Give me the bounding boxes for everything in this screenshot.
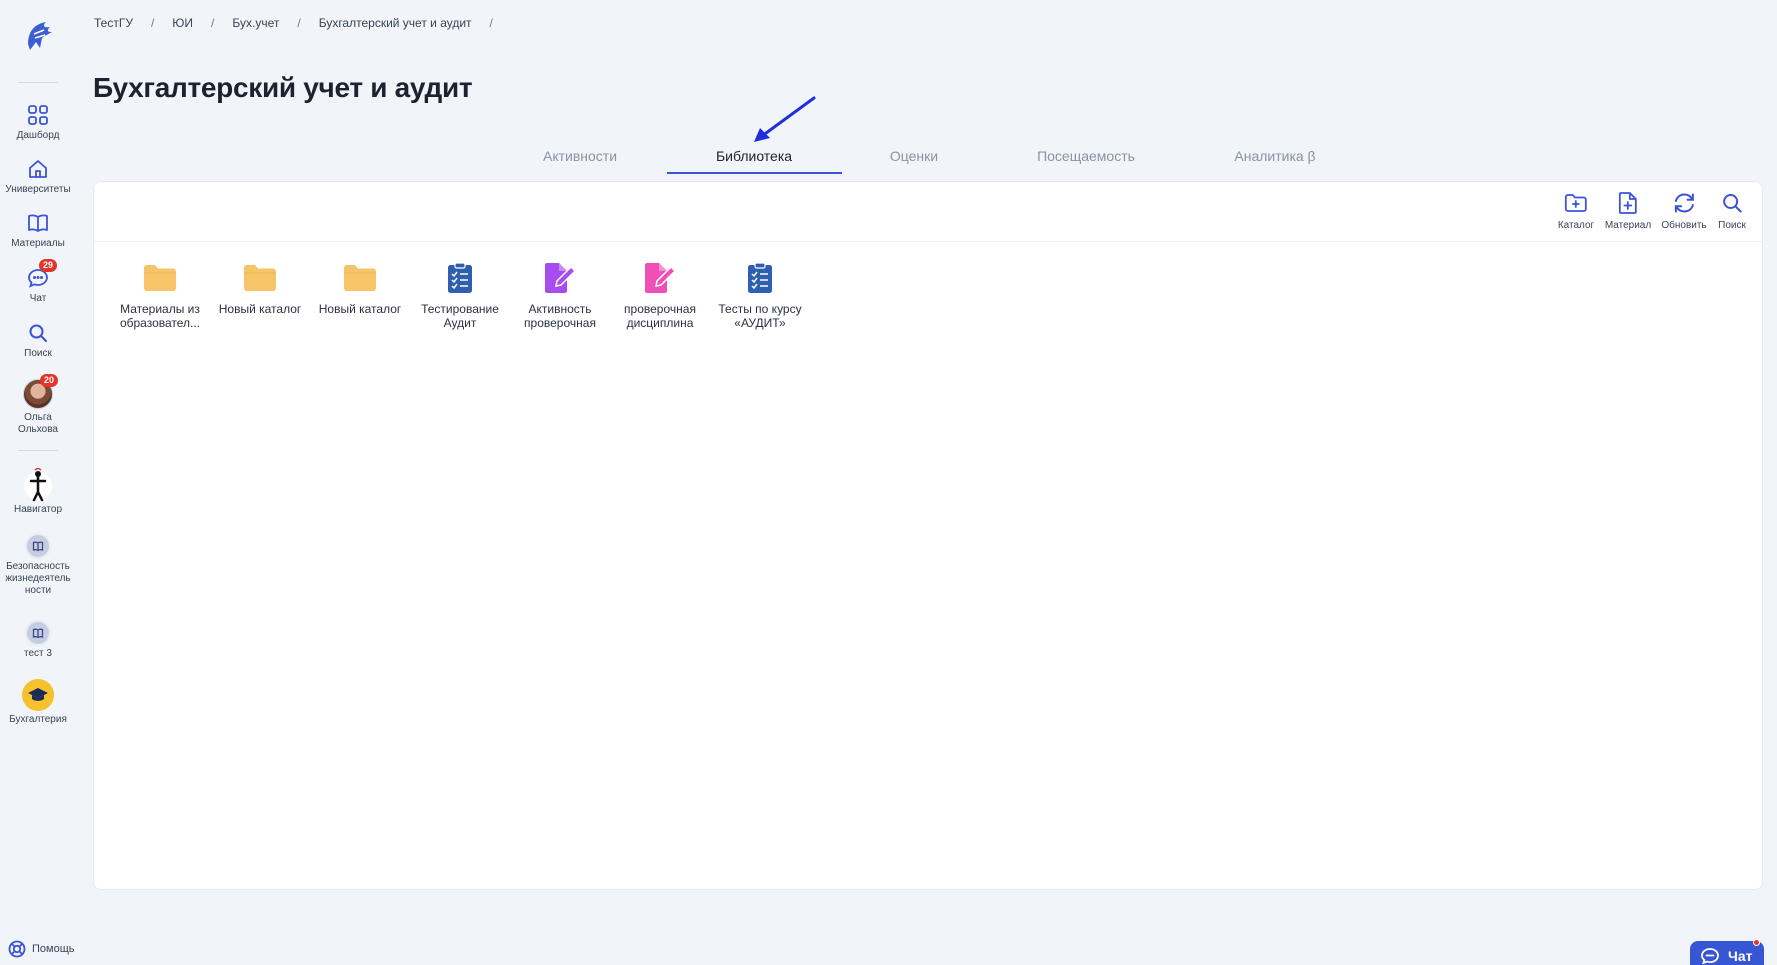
test-checklist-icon bbox=[742, 260, 778, 296]
search-icon bbox=[1723, 194, 1742, 213]
tab-attendance[interactable]: Посещаемость bbox=[1037, 148, 1135, 164]
sidebar-course-accounting[interactable]: Бухгалтерия bbox=[0, 678, 76, 726]
library-item-folder[interactable]: Новый каталог bbox=[310, 260, 410, 330]
library-item-name: Активность проверочная bbox=[524, 302, 596, 330]
tab-analytics[interactable]: Аналитика β bbox=[1234, 148, 1315, 164]
chat-widget-label: Чат bbox=[1728, 948, 1753, 964]
refresh-icon bbox=[1674, 193, 1694, 213]
add-catalog-button[interactable]: Каталог bbox=[1558, 190, 1594, 231]
avatar-wrap: 20 bbox=[22, 374, 59, 410]
sidebar-item-label: Университеты bbox=[5, 184, 71, 195]
library-item-assignment[interactable]: проверочная дисциплина bbox=[610, 260, 710, 330]
sidebar-item-label: Ольга Ольхова bbox=[18, 412, 58, 435]
sidebar-item-label: Навигатор bbox=[13, 504, 63, 515]
breadcrumb-item[interactable]: Бухгалтерский учет и аудит bbox=[319, 16, 472, 30]
help-label: Помощь bbox=[32, 943, 75, 955]
tab-library[interactable]: Библиотека bbox=[716, 148, 792, 164]
chat-icon: 29 bbox=[25, 259, 58, 291]
tab-grades[interactable]: Оценки bbox=[890, 148, 938, 164]
course-book-icon bbox=[25, 620, 51, 646]
sidebar-item-chat[interactable]: 29 Чат bbox=[0, 259, 76, 305]
test-checklist-icon bbox=[442, 260, 478, 296]
library-item-name: Тесты по курсу «АУДИТ» bbox=[718, 302, 802, 330]
breadcrumb: ТестГУ / ЮИ / Бух.учет / Бухгалтерский у… bbox=[94, 16, 511, 30]
folder-plus-icon bbox=[1565, 194, 1587, 212]
sidebar-item-label: Поиск bbox=[24, 348, 52, 359]
profile-badge: 20 bbox=[40, 374, 59, 387]
add-material-button[interactable]: Материал bbox=[1605, 190, 1651, 231]
sidebar-course-safety[interactable]: Безопасность жизнедеятель ности bbox=[0, 533, 76, 597]
chat-bubble-icon bbox=[1701, 948, 1719, 965]
toolbar-label: Материал bbox=[1604, 220, 1652, 231]
search-button[interactable]: Поиск bbox=[1718, 190, 1746, 231]
sidebar-divider bbox=[18, 450, 58, 451]
assignment-edit-icon bbox=[642, 260, 678, 296]
sidebar-item-label: Безопасность жизнедеятель ности bbox=[5, 561, 71, 596]
file-plus-icon bbox=[1619, 192, 1637, 214]
sidebar-item-profile[interactable]: 20 Ольга Ольхова bbox=[0, 374, 76, 436]
library-panel: Каталог Материал Обновить Поиск Материал… bbox=[93, 181, 1763, 890]
folder-icon bbox=[142, 260, 178, 296]
search-icon bbox=[25, 320, 51, 346]
toolbar-label: Каталог bbox=[1557, 220, 1595, 231]
navigator-icon bbox=[22, 468, 54, 502]
library-item-name: проверочная дисциплина bbox=[624, 302, 696, 330]
breadcrumb-separator: / bbox=[211, 16, 215, 30]
chat-notification-dot bbox=[1753, 939, 1760, 946]
spartan-helmet-icon[interactable] bbox=[20, 18, 56, 54]
sidebar-course-test3[interactable]: тест 3 bbox=[0, 620, 76, 660]
library-items: Материалы из образовател... Новый катало… bbox=[110, 260, 810, 330]
library-toolbar: Каталог Материал Обновить Поиск bbox=[94, 182, 1762, 242]
assignment-edit-icon bbox=[542, 260, 578, 296]
annotation-arrow-icon bbox=[754, 96, 816, 142]
breadcrumb-item[interactable]: ЮИ bbox=[172, 16, 193, 30]
sidebar-item-label: Чат bbox=[29, 293, 47, 304]
breadcrumb-separator: / bbox=[150, 16, 155, 30]
library-item-folder[interactable]: Материалы из образовател... bbox=[110, 260, 210, 330]
library-item-folder[interactable]: Новый каталог bbox=[210, 260, 310, 330]
breadcrumb-separator: / bbox=[297, 16, 301, 30]
sidebar-item-label: Бухгалтерия bbox=[9, 714, 67, 725]
page-title: Бухгалтерский учет и аудит bbox=[93, 72, 473, 103]
library-item-assignment[interactable]: Активность проверочная bbox=[510, 260, 610, 330]
breadcrumb-item[interactable]: Бух.учет bbox=[232, 16, 279, 30]
library-item-name: Новый каталог bbox=[218, 302, 302, 316]
tab-bar: Активности Библиотека Оценки Посещаемост… bbox=[0, 140, 1777, 176]
library-item-name: Новый каталог bbox=[318, 302, 402, 316]
library-item-name: Тестирование Аудит bbox=[421, 302, 499, 330]
grid-icon bbox=[25, 102, 51, 128]
toolbar-label: Обновить bbox=[1661, 220, 1707, 231]
folder-icon bbox=[242, 260, 278, 296]
refresh-button[interactable]: Обновить bbox=[1661, 190, 1707, 231]
folder-icon bbox=[342, 260, 378, 296]
library-item-test[interactable]: Тестирование Аудит bbox=[410, 260, 510, 330]
chat-badge: 29 bbox=[39, 259, 58, 272]
library-item-name: Материалы из образовател... bbox=[119, 302, 201, 330]
library-item-test[interactable]: Тесты по курсу «АУДИТ» bbox=[710, 260, 810, 330]
sidebar-item-label: тест 3 bbox=[24, 648, 52, 659]
tab-activities[interactable]: Активности bbox=[543, 148, 617, 164]
breadcrumb-separator: / bbox=[489, 16, 493, 30]
graduation-cap-icon bbox=[21, 678, 55, 712]
chat-widget-button[interactable]: Чат bbox=[1690, 939, 1764, 965]
breadcrumb-item[interactable]: ТестГУ bbox=[94, 16, 133, 30]
sidebar-item-dashboard[interactable]: Дашборд bbox=[0, 102, 76, 142]
course-book-icon bbox=[25, 533, 51, 559]
lifebuoy-icon bbox=[8, 940, 26, 958]
book-icon bbox=[25, 210, 51, 236]
sidebar-item-search[interactable]: Поиск bbox=[0, 320, 76, 360]
active-tab-indicator bbox=[667, 172, 842, 174]
help-link[interactable]: Помощь bbox=[8, 940, 75, 958]
sidebar-item-materials[interactable]: Материалы bbox=[0, 210, 76, 250]
sidebar-course-navigator[interactable]: Навигатор bbox=[0, 468, 76, 516]
toolbar-label: Поиск bbox=[1718, 220, 1746, 231]
sidebar-divider bbox=[18, 82, 58, 83]
sidebar-item-label: Материалы bbox=[11, 238, 65, 249]
